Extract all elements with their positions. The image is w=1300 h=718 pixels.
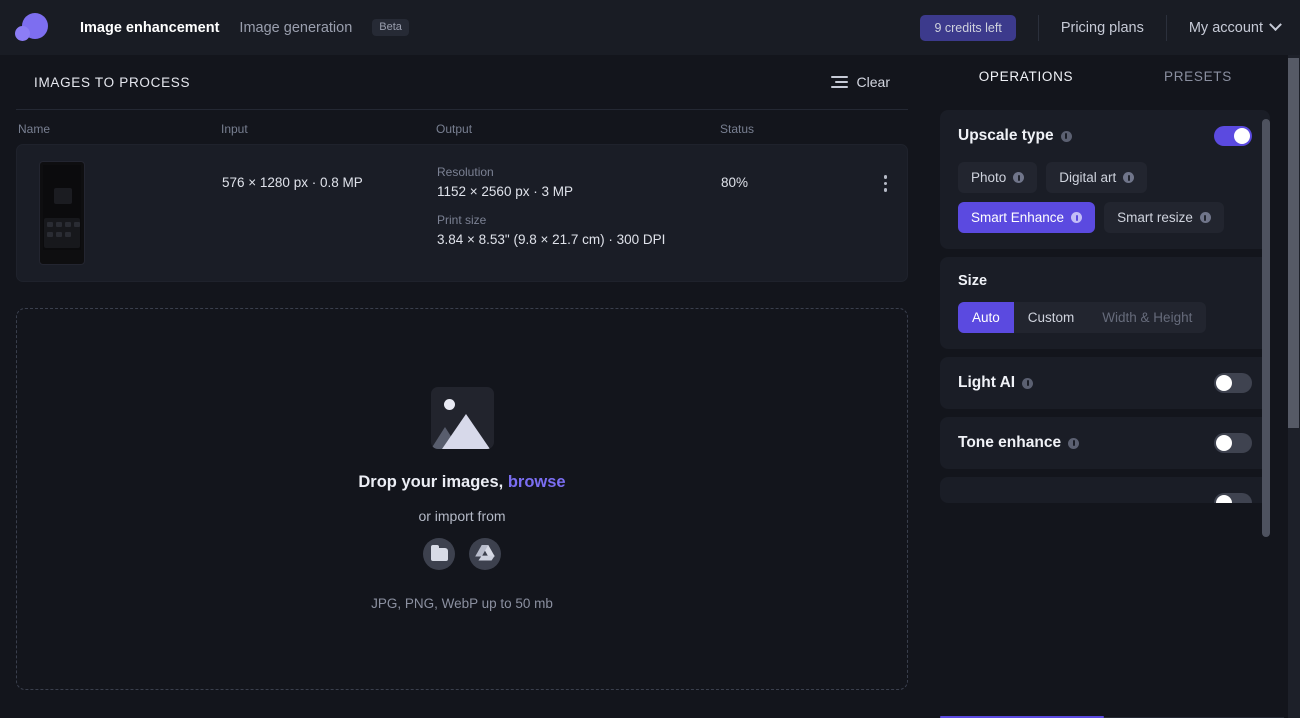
- upscale-type-chips: Photo Digital art Smart Enhance Smart re…: [958, 162, 1252, 233]
- info-icon[interactable]: [1013, 172, 1024, 183]
- images-to-process-pane: IMAGES TO PROCESS Clear Name Input Outpu…: [0, 55, 924, 718]
- logo-circle-small: [15, 26, 30, 41]
- google-drive-glyph: [475, 545, 495, 563]
- chip-digital-art-label: Digital art: [1059, 170, 1116, 185]
- row-thumbnail-cell: [19, 161, 222, 265]
- header-divider-1: [1038, 15, 1039, 41]
- dropzone-formats: JPG, PNG, WebP up to 50 mb: [371, 596, 553, 611]
- dropzone-import-label: or import from: [418, 508, 505, 524]
- beta-badge: Beta: [372, 19, 409, 36]
- row-status: 80%: [721, 161, 881, 190]
- info-icon[interactable]: [1022, 378, 1033, 389]
- tab-presets[interactable]: PRESETS: [1112, 55, 1284, 96]
- column-header-name: Name: [18, 122, 221, 136]
- nav-item-image-enhancement[interactable]: Image enhancement: [80, 20, 219, 36]
- row-input-size: 576 × 1280 px · 0.8 MP: [222, 161, 437, 190]
- next-operation-toggle[interactable]: [1214, 493, 1252, 503]
- operations-pane: OPERATIONS PRESETS Upscale type Photo: [924, 55, 1300, 718]
- info-icon[interactable]: [1061, 131, 1072, 142]
- upscale-type-toggle[interactable]: [1214, 126, 1252, 146]
- tone-enhance-label: Tone enhance: [958, 434, 1061, 452]
- header-divider-2: [1166, 15, 1167, 41]
- column-header-output: Output: [436, 122, 720, 136]
- main-nav: Image enhancement Image generation Beta: [80, 19, 409, 36]
- app-logo-icon[interactable]: [14, 10, 50, 46]
- chip-digital-art[interactable]: Digital art: [1046, 162, 1147, 193]
- folder-icon[interactable]: [423, 538, 455, 570]
- size-card: Size Auto Custom Width & Height: [940, 257, 1270, 349]
- folder-glyph: [431, 548, 448, 561]
- size-option-custom[interactable]: Custom: [1014, 302, 1089, 333]
- placeholder-mountain-front: [442, 414, 490, 449]
- light-ai-label: Light AI: [958, 374, 1015, 392]
- tone-enhance-header: Tone enhance: [958, 433, 1252, 453]
- chip-smart-resize[interactable]: Smart resize: [1104, 202, 1224, 233]
- placeholder-sun: [444, 399, 455, 410]
- credits-badge[interactable]: 9 credits left: [920, 15, 1015, 41]
- info-icon[interactable]: [1200, 212, 1211, 223]
- column-header-status: Status: [720, 122, 880, 136]
- row-more-options-icon[interactable]: [884, 161, 906, 192]
- output-print-size-value: 3.84 × 8.53" (9.8 × 21.7 cm) · 300 DPI: [437, 232, 721, 247]
- upscale-type-label: Upscale type: [958, 127, 1054, 145]
- light-ai-toggle[interactable]: [1214, 373, 1252, 393]
- size-segmented-control: Auto Custom Width & Height: [958, 302, 1206, 333]
- column-header-input: Input: [221, 122, 436, 136]
- image-dropzone[interactable]: Drop your images, browse or import from …: [16, 308, 908, 690]
- header-right-group: 9 credits left Pricing plans My account: [920, 0, 1300, 55]
- tab-operations[interactable]: OPERATIONS: [940, 55, 1112, 96]
- my-account-menu[interactable]: My account: [1189, 20, 1280, 36]
- chevron-down-icon: [1269, 18, 1282, 31]
- size-option-width-height: Width & Height: [1088, 302, 1206, 333]
- import-sources: [423, 538, 501, 570]
- next-operation-header: [958, 493, 1252, 503]
- page-title: IMAGES TO PROCESS: [34, 75, 190, 90]
- chip-photo[interactable]: Photo: [958, 162, 1037, 193]
- light-ai-card: Light AI: [940, 357, 1270, 409]
- operations-scrollbar-thumb[interactable]: [1262, 119, 1270, 537]
- page-scrollbar-thumb[interactable]: [1288, 58, 1299, 428]
- thumbnail-keypad: [44, 218, 80, 248]
- output-print-size-label: Print size: [437, 213, 721, 227]
- output-resolution-value: 1152 × 2560 px · 3 MP: [437, 184, 721, 199]
- images-table: Name Input Output Status 576 ×: [16, 110, 908, 282]
- nav-item-image-generation[interactable]: Image generation: [239, 20, 352, 36]
- my-account-label: My account: [1189, 20, 1263, 36]
- info-icon[interactable]: [1123, 172, 1134, 183]
- table-header-row: Name Input Output Status: [16, 110, 908, 144]
- thumbnail-window: [54, 188, 72, 204]
- image-placeholder-icon: [431, 387, 494, 449]
- tone-enhance-card: Tone enhance: [940, 417, 1270, 469]
- size-option-auto[interactable]: Auto: [958, 302, 1014, 333]
- dropzone-title: Drop your images, browse: [358, 473, 565, 492]
- size-label: Size: [958, 273, 1252, 289]
- dropzone-title-text: Drop your images,: [358, 473, 503, 491]
- image-thumbnail[interactable]: [39, 161, 85, 265]
- info-icon[interactable]: [1071, 212, 1082, 223]
- output-resolution-label: Resolution: [437, 165, 721, 179]
- next-operation-card-clipped[interactable]: [940, 477, 1270, 503]
- app-header: Image enhancement Image generation Beta …: [0, 0, 1300, 55]
- left-pane-header: IMAGES TO PROCESS Clear: [16, 55, 908, 110]
- list-lines-icon: [831, 76, 848, 88]
- chip-smart-enhance-label: Smart Enhance: [971, 210, 1064, 225]
- clear-button[interactable]: Clear: [831, 74, 890, 90]
- operations-list: Upscale type Photo Digital art Smart Enh…: [940, 110, 1270, 580]
- info-icon[interactable]: [1068, 438, 1079, 449]
- app-root: Image enhancement Image generation Beta …: [0, 0, 1300, 718]
- google-drive-icon[interactable]: [469, 538, 501, 570]
- chip-photo-label: Photo: [971, 170, 1006, 185]
- chip-smart-enhance[interactable]: Smart Enhance: [958, 202, 1095, 233]
- tone-enhance-toggle[interactable]: [1214, 433, 1252, 453]
- row-output-group: Resolution 1152 × 2560 px · 3 MP Print s…: [437, 161, 721, 247]
- clear-button-label: Clear: [857, 74, 890, 90]
- upscale-type-header: Upscale type: [958, 126, 1252, 146]
- light-ai-header: Light AI: [958, 373, 1252, 393]
- chip-smart-resize-label: Smart resize: [1117, 210, 1193, 225]
- browse-link[interactable]: browse: [508, 473, 566, 491]
- pane-tabs: OPERATIONS PRESETS: [940, 55, 1284, 96]
- pricing-plans-link[interactable]: Pricing plans: [1061, 20, 1144, 36]
- table-row[interactable]: 576 × 1280 px · 0.8 MP Resolution 1152 ×…: [16, 144, 908, 282]
- upscale-type-card: Upscale type Photo Digital art Smart Enh…: [940, 110, 1270, 249]
